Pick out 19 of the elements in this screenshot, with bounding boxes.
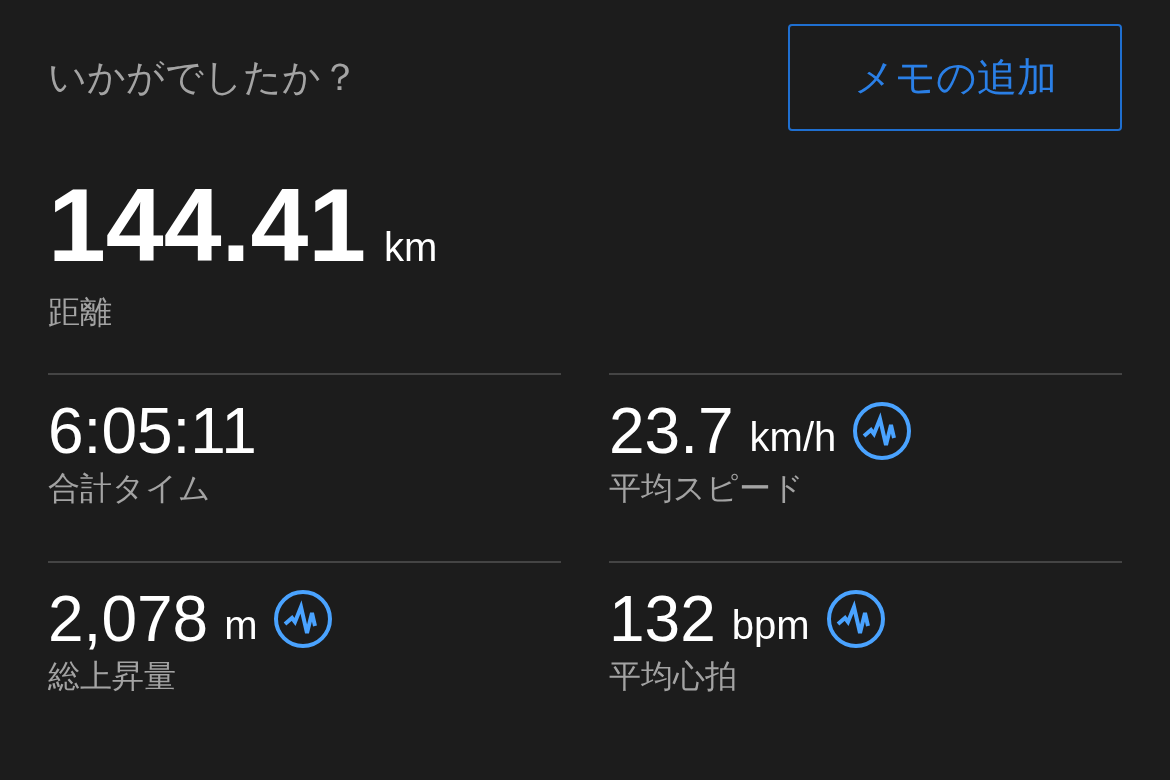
stat-label: 平均心拍 [609, 656, 738, 697]
stat-value: 132 [609, 587, 716, 651]
stat-unit: km/h [749, 414, 837, 460]
stat-label: 合計タイム [48, 468, 212, 509]
add-memo-button[interactable]: メモの追加 [788, 24, 1122, 131]
distance-value: 144.41 [48, 173, 367, 277]
stat-value: 23.7 [609, 399, 734, 463]
waveform-icon[interactable] [825, 589, 886, 649]
distance-unit: km [384, 225, 438, 270]
distance-label: 距離 [48, 292, 113, 333]
stat-value: 6:05:11 [48, 399, 257, 463]
stat-unit: bpm [731, 602, 810, 648]
stat-label: 総上昇量 [48, 656, 177, 697]
waveform-icon[interactable] [273, 589, 334, 649]
stat-unit: m [224, 602, 258, 648]
question-text: いかがでしたか？ [48, 54, 359, 101]
waveform-icon[interactable] [852, 401, 913, 461]
stat-label: 平均スピード [609, 468, 805, 509]
stat-value: 2,078 [48, 587, 209, 651]
